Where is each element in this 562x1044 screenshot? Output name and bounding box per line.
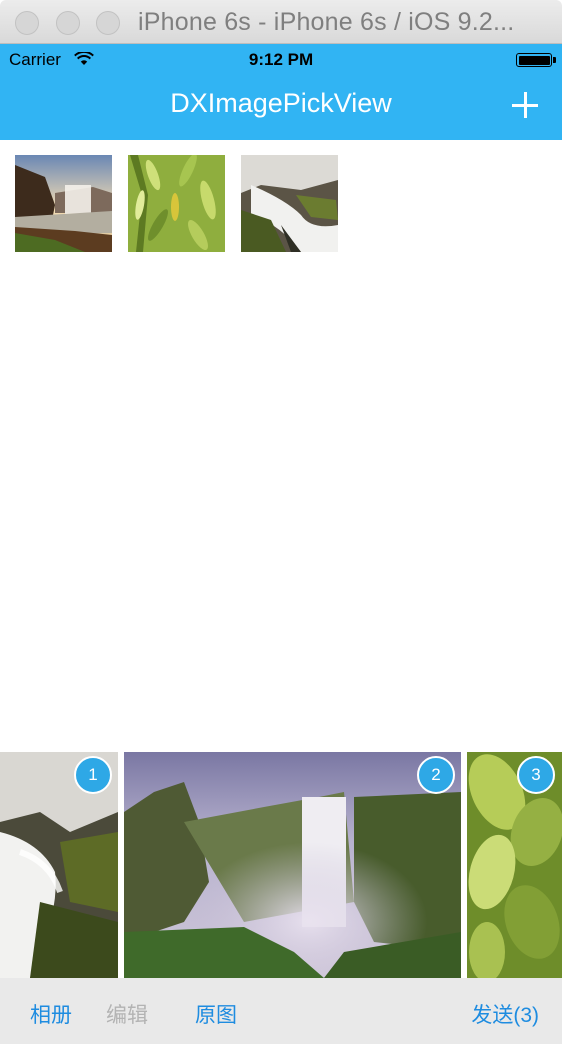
selected-images xyxy=(15,155,338,252)
plus-icon[interactable] xyxy=(508,88,542,122)
battery-icon xyxy=(516,53,556,67)
bottom-toolbar: 相册 编辑 原图 发送(3) xyxy=(0,978,562,1044)
navigation-bar: Carrier 9:12 PM DXImagePickView xyxy=(0,44,562,140)
album-button[interactable]: 相册 xyxy=(30,999,72,1029)
page-title: DXImagePickView xyxy=(170,88,392,118)
zoom-window-button[interactable] xyxy=(96,11,120,35)
selection-badge[interactable]: 2 xyxy=(417,756,455,794)
picker-photo-green-leaves[interactable]: 3 xyxy=(467,752,562,978)
send-button[interactable]: 发送(3) xyxy=(471,999,539,1029)
selection-badge[interactable]: 1 xyxy=(74,756,112,794)
clock: 9:12 PM xyxy=(248,50,314,69)
picker-photo-skogafoss-waterfall[interactable]: 2 xyxy=(124,752,461,978)
thumbnail-bamboo-leaves[interactable] xyxy=(128,155,225,252)
window-title: iPhone 6s - iPhone 6s / iOS 9.2... xyxy=(138,8,515,36)
picker-photo-stream-rocks[interactable]: 1 xyxy=(0,752,118,978)
photo-picker-strip[interactable]: 1 2 3 xyxy=(0,752,562,978)
selection-badge[interactable]: 3 xyxy=(517,756,555,794)
window-titlebar: iPhone 6s - iPhone 6s / iOS 9.2... xyxy=(0,0,562,44)
minimize-window-button[interactable] xyxy=(56,11,80,35)
status-bar: Carrier 9:12 PM xyxy=(0,44,562,76)
thumbnail-stream-rocks[interactable] xyxy=(241,155,338,252)
close-window-button[interactable] xyxy=(15,11,39,35)
original-image-button[interactable]: 原图 xyxy=(195,999,237,1029)
edit-button[interactable]: 编辑 xyxy=(106,999,148,1029)
thumbnail-waterfall-sunset[interactable] xyxy=(15,155,112,252)
